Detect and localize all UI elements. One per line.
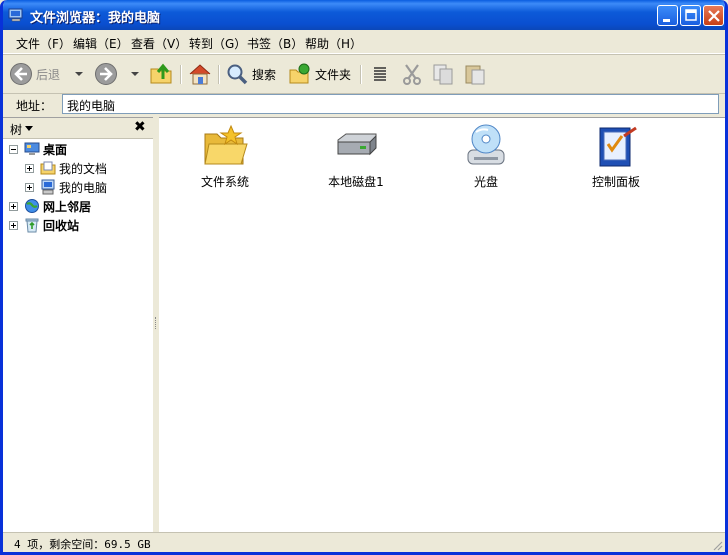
- address-input[interactable]: 我的电脑: [62, 94, 719, 114]
- tree-node-label: 桌面: [43, 142, 68, 157]
- resize-grip-icon[interactable]: [711, 539, 723, 551]
- menu-bookmarks[interactable]: 书签（B）: [247, 35, 303, 52]
- item-label: 控制面板: [591, 175, 640, 189]
- collapse-icon[interactable]: [9, 144, 18, 154]
- home-icon: [189, 64, 211, 85]
- window-title: 文件浏览器：我的电脑: [30, 11, 161, 26]
- expand-icon[interactable]: [25, 182, 34, 192]
- tree-node-network[interactable]: 网上邻居: [9, 197, 91, 215]
- paste-icon: [465, 65, 485, 85]
- tree-header-label: 树: [10, 123, 23, 137]
- menu-help[interactable]: 帮助（H）: [305, 35, 362, 52]
- menu-edit[interactable]: 编辑（E）: [73, 35, 129, 52]
- address-bar: 地址： 我的电脑: [3, 94, 725, 116]
- tree-node-my-computer[interactable]: 我的电脑: [25, 178, 107, 196]
- folder-up-icon: [150, 63, 172, 84]
- recycle-bin-icon: [25, 218, 39, 233]
- tree-close-icon[interactable]: ✖: [134, 119, 146, 135]
- back-label: 后退: [36, 67, 61, 82]
- menu-go[interactable]: 转到（G）: [189, 35, 246, 52]
- search-icon: [227, 64, 248, 85]
- list-view-icon: [374, 67, 386, 81]
- paste-button[interactable]: [463, 61, 487, 87]
- content-pane: 文件系统 本地磁盘1 光盘 控制面板: [159, 117, 725, 533]
- copy-button[interactable]: [431, 61, 455, 87]
- tree-node-my-documents[interactable]: 我的文档: [25, 159, 107, 177]
- desktop-icon: [24, 142, 40, 155]
- documents-icon: [40, 161, 56, 175]
- hard-disk-icon: [337, 133, 377, 156]
- tree-node-label: 回收站: [43, 218, 80, 233]
- app-icon: [8, 8, 23, 22]
- file-browser-window: 文件浏览器：我的电脑 文件（F） 编辑（E） 查看（V） 转到（G） 书签（B）…: [0, 0, 728, 555]
- home-button[interactable]: [188, 61, 212, 87]
- item-local-disk[interactable]: 本地磁盘1: [306, 122, 406, 190]
- tree-node-label: 网上邻居: [43, 199, 92, 214]
- control-panel-icon: [599, 126, 637, 167]
- copy-icon: [433, 64, 453, 85]
- cd-drive-icon: [467, 124, 505, 165]
- expand-icon[interactable]: [25, 163, 34, 173]
- splitter-grip: [155, 317, 157, 329]
- tree-node-label: 我的电脑: [59, 180, 108, 195]
- folders-icon: [289, 63, 310, 84]
- search-button[interactable]: 搜索: [225, 61, 276, 87]
- forward-button[interactable]: [94, 61, 118, 87]
- maximize-icon: [685, 9, 697, 21]
- item-cd-drive[interactable]: 光盘: [436, 122, 536, 190]
- search-label: 搜索: [252, 67, 277, 82]
- status-text: 4 项，剩余空间：69.5 GB: [14, 538, 151, 551]
- scissors-icon: [403, 64, 421, 85]
- forward-dropdown-icon[interactable]: [131, 72, 139, 76]
- maximize-button[interactable]: [680, 5, 701, 26]
- expand-icon[interactable]: [9, 201, 18, 211]
- forward-arrow-icon: [95, 63, 117, 85]
- computer-icon: [41, 179, 55, 195]
- folders-button[interactable]: 文件夹: [288, 61, 351, 87]
- back-dropdown-icon[interactable]: [75, 72, 83, 76]
- item-control-panel[interactable]: 控制面板: [566, 122, 666, 190]
- network-icon: [25, 199, 39, 213]
- menu-bar: 文件（F） 编辑（E） 查看（V） 转到（G） 书签（B） 帮助（H）: [3, 30, 725, 54]
- item-label: 文件系统: [200, 175, 249, 189]
- item-file-system[interactable]: 文件系统: [175, 122, 275, 190]
- views-button[interactable]: [370, 61, 390, 87]
- toolbar: 后退 搜索 文件夹: [3, 55, 725, 94]
- close-icon: [708, 10, 720, 22]
- cut-button[interactable]: [401, 61, 423, 87]
- item-label: 光盘: [473, 175, 498, 189]
- toolbar-separator: [218, 65, 220, 84]
- expand-icon[interactable]: [9, 220, 18, 230]
- tree-node-recycle-bin[interactable]: 回收站: [9, 216, 79, 234]
- status-bar: 4 项，剩余空间：69.5 GB: [3, 532, 725, 552]
- folders-label: 文件夹: [315, 67, 352, 82]
- tree-header: 树 ✖: [3, 118, 153, 139]
- folder-tree-pane: 树 ✖ 桌面 我的文档 我的电脑 网上邻居 回收站: [3, 117, 153, 533]
- back-button[interactable]: 后退: [9, 61, 60, 87]
- tree-dropdown-icon[interactable]: [25, 126, 33, 131]
- minimize-icon: [663, 19, 670, 22]
- address-label: 地址：: [16, 99, 53, 113]
- tree-node-label: 我的文档: [59, 161, 108, 176]
- toolbar-separator: [360, 65, 362, 84]
- menu-file[interactable]: 文件（F）: [16, 35, 71, 52]
- up-button[interactable]: [149, 61, 175, 87]
- title-bar[interactable]: 文件浏览器：我的电脑: [3, 0, 725, 30]
- toolbar-separator: [180, 65, 182, 84]
- menu-view[interactable]: 查看（V）: [131, 35, 187, 52]
- folder-icon: [204, 124, 248, 165]
- back-arrow-icon: [10, 63, 32, 85]
- close-button[interactable]: [703, 5, 724, 26]
- tree-node-desktop[interactable]: 桌面: [9, 140, 67, 158]
- item-label: 本地磁盘1: [328, 175, 384, 189]
- minimize-button[interactable]: [657, 5, 678, 26]
